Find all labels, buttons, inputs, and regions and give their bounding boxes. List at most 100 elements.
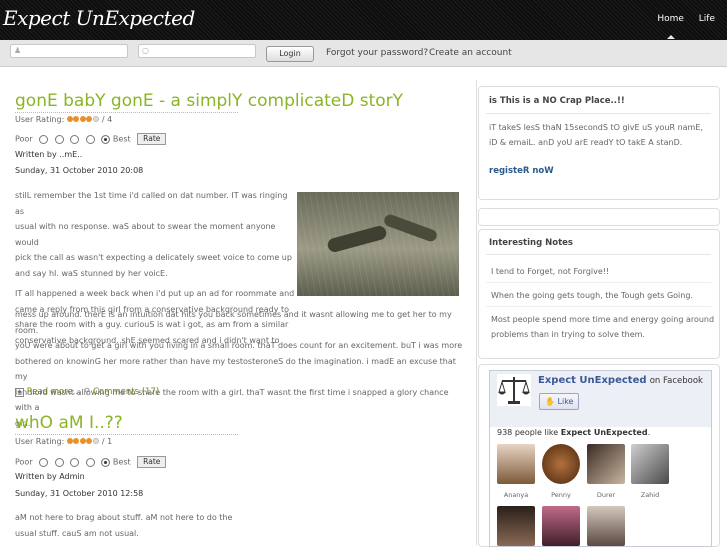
star-icon — [79, 438, 86, 444]
forgot-password-link[interactable]: Forgot your password? — [326, 48, 428, 58]
rating-radio-4[interactable] — [85, 134, 95, 144]
post-line: usual with no response. waS about to swe… — [15, 222, 276, 247]
fb-like-button[interactable]: ✋ Like — [539, 393, 580, 410]
star-icon — [73, 438, 80, 444]
fan-name[interactable]: Ananya — [494, 491, 538, 499]
rating-stars — [66, 115, 100, 124]
register-box-title: is This is a NO Crap Place..!! — [489, 96, 625, 106]
star-icon — [86, 116, 93, 122]
site-logo[interactable]: Expect UnExpected — [3, 6, 195, 30]
star-empty-icon — [92, 438, 99, 444]
star-empty-icon — [92, 116, 99, 122]
divider — [15, 112, 238, 113]
rating-count: / 1 — [101, 437, 113, 446]
top-bar: Expect UnExpected Home Life — [0, 0, 727, 40]
fb-likes-count: 938 people like Expect UnExpected. — [497, 428, 651, 437]
post-line: bothered on knowinG her more rather than… — [15, 356, 456, 382]
star-icon — [66, 116, 73, 122]
post-body: aM not here to brag about stuff. aM not … — [15, 510, 275, 541]
poor-label: Poor — [15, 457, 33, 467]
fan-avatar[interactable] — [587, 506, 625, 546]
rating-stars — [66, 437, 100, 446]
star-icon — [73, 116, 80, 122]
rating-radio-3[interactable] — [70, 457, 80, 467]
register-box-text: iT takeS lesS thaN 15secondS tO givE uS … — [489, 123, 703, 147]
fan-name[interactable]: Penny — [539, 491, 583, 499]
star-icon — [86, 438, 93, 444]
fan-avatar[interactable] — [631, 444, 669, 484]
password-input[interactable]: ○ — [138, 44, 256, 58]
fan-avatar[interactable] — [497, 444, 535, 484]
fan-name[interactable]: Zahid — [628, 491, 672, 499]
post-title[interactable]: whO aM I..?? — [15, 413, 123, 433]
fb-page-header: Expect UnExpected on Facebook — [538, 375, 703, 386]
login-button[interactable]: Login — [266, 46, 314, 62]
login-bar: ♟ ○ Login Forgot your password? Create a… — [0, 40, 727, 67]
notes-box-title: Interesting Notes — [489, 238, 573, 248]
rating-radio-1[interactable] — [39, 457, 49, 467]
scales-icon — [497, 374, 531, 406]
post-line: pick the call as wasn't expecting a deli… — [15, 253, 292, 262]
fb-page-name[interactable]: Expect UnExpected — [538, 375, 647, 386]
post-line: mess up around. therE is an intuition da… — [15, 310, 452, 335]
empty-box — [478, 208, 720, 226]
rating-form: Poor Best Rate — [15, 456, 167, 468]
read-more-link[interactable]: + Read more... — [15, 387, 81, 397]
post-line: usual stuff. cauS am not usual. — [15, 528, 139, 538]
fan-avatar[interactable] — [542, 506, 580, 546]
rating-label: User Rating: — [15, 115, 65, 124]
post-image — [297, 192, 459, 296]
lock-icon: ○ — [142, 46, 149, 55]
rating-form: Poor Best Rate — [15, 133, 167, 145]
best-label: Best — [112, 457, 131, 467]
fb-on-facebook: on Facebook — [649, 376, 703, 386]
post-line: landlord wasnt allowing me to share the … — [15, 387, 449, 413]
comment-icon: ⚲ — [84, 387, 91, 397]
username-input[interactable]: ♟ — [10, 44, 128, 58]
rating-radio-3[interactable] — [70, 134, 80, 144]
poor-label: Poor — [15, 134, 33, 144]
top-nav: Home Life — [657, 14, 727, 39]
rating-radio-5[interactable] — [101, 457, 111, 467]
user-rating: User Rating: / 4 — [15, 115, 112, 124]
post-date: Sunday, 31 October 2010 20:08 — [15, 166, 144, 175]
register-now-link[interactable]: registeR noW — [489, 166, 554, 176]
fan-name[interactable]: Durer — [584, 491, 628, 499]
post-line: stilL remember the 1st time i'd called o… — [15, 191, 288, 216]
post-author: Written by ..mE.. — [15, 150, 83, 159]
user-rating: User Rating: / 1 — [15, 437, 112, 446]
rating-radio-2[interactable] — [54, 457, 64, 467]
post-line: aM not here to brag about stuff. aM not … — [15, 513, 233, 522]
rate-button[interactable]: Rate — [137, 133, 167, 145]
rating-radio-5[interactable] — [101, 134, 111, 144]
fan-avatar[interactable] — [587, 444, 625, 484]
post-author: Written by Admin — [15, 472, 85, 481]
nav-life[interactable]: Life — [699, 14, 715, 24]
thumbs-up-icon: ✋ — [545, 397, 555, 406]
post-line: and say hI. waS stunned by her voicE. — [15, 268, 168, 278]
fan-avatar[interactable] — [542, 444, 580, 484]
plus-icon: + — [15, 388, 24, 397]
rating-count: / 4 — [101, 115, 113, 124]
note-item: Most people spend more time and energy g… — [491, 315, 715, 339]
post-title[interactable]: gonE babY gonE - a simplY complicateD st… — [15, 91, 403, 111]
rating-radio-1[interactable] — [39, 134, 49, 144]
star-icon — [66, 438, 73, 444]
note-item: When the going gets tough, the Tough get… — [491, 291, 693, 300]
note-item: I tend to Forget, not Forgive!! — [491, 267, 610, 276]
rating-radio-2[interactable] — [54, 134, 64, 144]
nav-home[interactable]: Home — [657, 14, 684, 39]
star-icon — [79, 116, 86, 122]
create-account-link[interactable]: Create an account — [429, 48, 512, 58]
fan-avatar[interactable] — [497, 506, 535, 546]
rate-button[interactable]: Rate — [137, 456, 167, 468]
post-date: Sunday, 31 October 2010 12:58 — [15, 489, 144, 498]
comments-link[interactable]: ⚲ Comments (17) — [84, 387, 159, 397]
user-icon: ♟ — [14, 46, 22, 55]
rating-radio-4[interactable] — [85, 457, 95, 467]
post-line: yoU were about to get a girl with you li… — [15, 341, 463, 350]
divider — [15, 434, 238, 435]
best-label: Best — [112, 134, 131, 144]
post-line: IT all happened a week back when i'd put… — [15, 289, 295, 298]
rating-label: User Rating: — [15, 437, 65, 446]
